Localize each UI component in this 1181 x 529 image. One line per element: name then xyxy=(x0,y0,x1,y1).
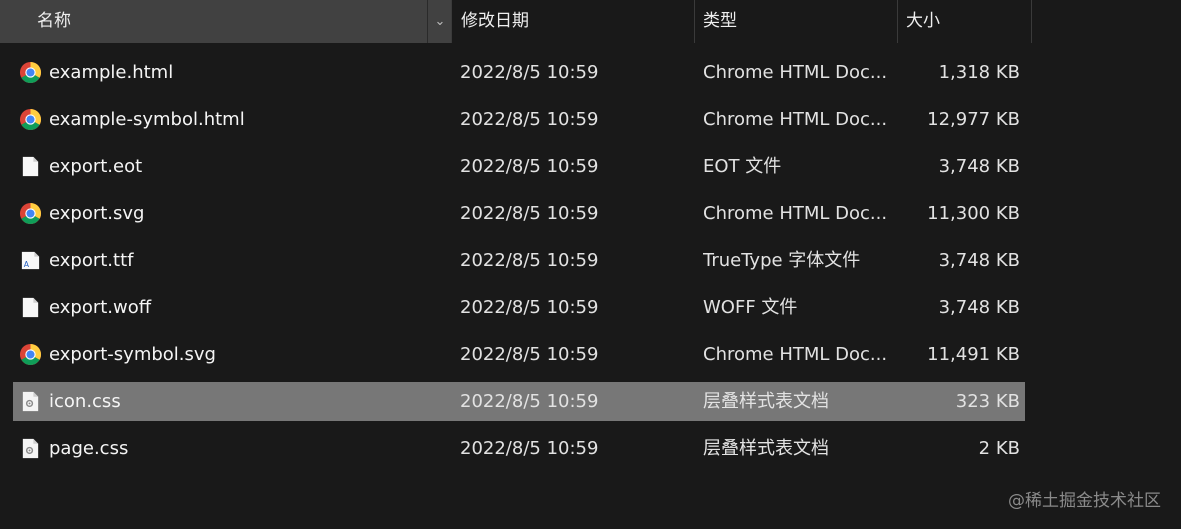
chrome-icon xyxy=(19,108,42,131)
file-name: export.eot xyxy=(49,156,143,177)
column-header-size-label: 大小 xyxy=(906,11,940,31)
file-type: Chrome HTML Doc... xyxy=(703,203,888,224)
file-row[interactable]: example.html 2022/8/5 10:59 Chrome HTML Do… xyxy=(0,49,1032,96)
font-file-icon: A xyxy=(19,249,42,272)
file-name: page.css xyxy=(49,438,129,459)
column-header-type-label: 类型 xyxy=(703,11,737,31)
file-size: 3,748 KB xyxy=(938,297,1020,318)
file-modified: 2022/8/5 10:59 xyxy=(460,344,599,365)
file-size: 12,977 KB xyxy=(927,109,1020,130)
file-name: example-symbol.html xyxy=(49,109,245,130)
chrome-icon xyxy=(19,61,42,84)
file-type: Chrome HTML Doc... xyxy=(703,109,888,130)
file-size: 11,300 KB xyxy=(927,203,1020,224)
column-header-name[interactable]: 名称 ^ ⌄ xyxy=(0,0,451,43)
file-size: 1,318 KB xyxy=(938,62,1020,83)
column-header-row: 名称 ^ ⌄ 修改日期 类型 大小 xyxy=(0,0,1032,43)
file-row[interactable]: example-symbol.html 2022/8/5 10:59 Chrome … xyxy=(0,96,1032,143)
file-name: export.svg xyxy=(49,203,145,224)
chrome-icon xyxy=(19,343,42,366)
file-row[interactable]: export.svg 2022/8/5 10:59 Chrome HTML Doc.… xyxy=(0,190,1032,237)
file-name: export.ttf xyxy=(49,250,134,271)
file-type: Chrome HTML Doc... xyxy=(703,62,888,83)
chrome-icon xyxy=(19,202,42,225)
column-header-modified[interactable]: 修改日期 xyxy=(451,0,694,43)
css-file-icon xyxy=(19,437,42,460)
file-modified: 2022/8/5 10:59 xyxy=(460,391,599,412)
file-type: EOT 文件 xyxy=(703,156,782,177)
file-row[interactable]: Aexport.ttf 2022/8/5 10:59 TrueType 字体文件 3,… xyxy=(0,237,1032,284)
column-header-type[interactable]: 类型 xyxy=(694,0,897,43)
chevron-down-icon[interactable]: ⌄ xyxy=(427,0,452,43)
file-type: WOFF 文件 xyxy=(703,297,798,318)
column-header-name-label: 名称 xyxy=(37,11,71,31)
watermark: @稀土掘金技术社区 xyxy=(1008,491,1161,511)
file-icon xyxy=(19,155,42,178)
file-row[interactable]: export.woff 2022/8/5 10:59 WOFF 文件 3,748 KB xyxy=(0,284,1032,331)
css-file-icon xyxy=(19,390,42,413)
svg-text:A: A xyxy=(24,260,30,269)
column-header-size[interactable]: 大小 xyxy=(897,0,1032,43)
file-modified: 2022/8/5 10:59 xyxy=(460,109,599,130)
file-size: 11,491 KB xyxy=(927,344,1020,365)
file-row[interactable]: export.eot 2022/8/5 10:59 EOT 文件 3,748 KB xyxy=(0,143,1032,190)
file-row[interactable]: page.css 2022/8/5 10:59 层叠样式表文档 2 KB xyxy=(0,425,1032,472)
file-row[interactable]: export-symbol.svg 2022/8/5 10:59 Chrome HT… xyxy=(0,331,1032,378)
file-name: export-symbol.svg xyxy=(49,344,216,365)
file-name: icon.css xyxy=(49,391,121,412)
file-size: 2 KB xyxy=(978,438,1020,459)
file-type: Chrome HTML Doc... xyxy=(703,344,888,365)
file-list: example.html 2022/8/5 10:59 Chrome HTML Do… xyxy=(0,49,1032,472)
file-size: 323 KB xyxy=(955,391,1020,412)
file-explorer-window: 名称 ^ ⌄ 修改日期 类型 大小 example.html 2022/8/5 1… xyxy=(0,0,1181,529)
file-row[interactable]: icon.css 2022/8/5 10:59 层叠样式表文档 323 KB xyxy=(0,378,1032,425)
file-modified: 2022/8/5 10:59 xyxy=(460,250,599,271)
file-modified: 2022/8/5 10:59 xyxy=(460,62,599,83)
file-type: TrueType 字体文件 xyxy=(703,250,861,271)
column-header-modified-label: 修改日期 xyxy=(461,11,529,31)
file-type: 层叠样式表文档 xyxy=(703,391,829,412)
file-size: 3,748 KB xyxy=(938,156,1020,177)
file-name: export.woff xyxy=(49,297,152,318)
sort-ascending-icon: ^ xyxy=(232,0,242,7)
file-modified: 2022/8/5 10:59 xyxy=(460,297,599,318)
file-modified: 2022/8/5 10:59 xyxy=(460,156,599,177)
file-modified: 2022/8/5 10:59 xyxy=(460,203,599,224)
file-type: 层叠样式表文档 xyxy=(703,438,829,459)
file-icon xyxy=(19,296,42,319)
file-size: 3,748 KB xyxy=(938,250,1020,271)
file-modified: 2022/8/5 10:59 xyxy=(460,438,599,459)
file-name: example.html xyxy=(49,62,174,83)
